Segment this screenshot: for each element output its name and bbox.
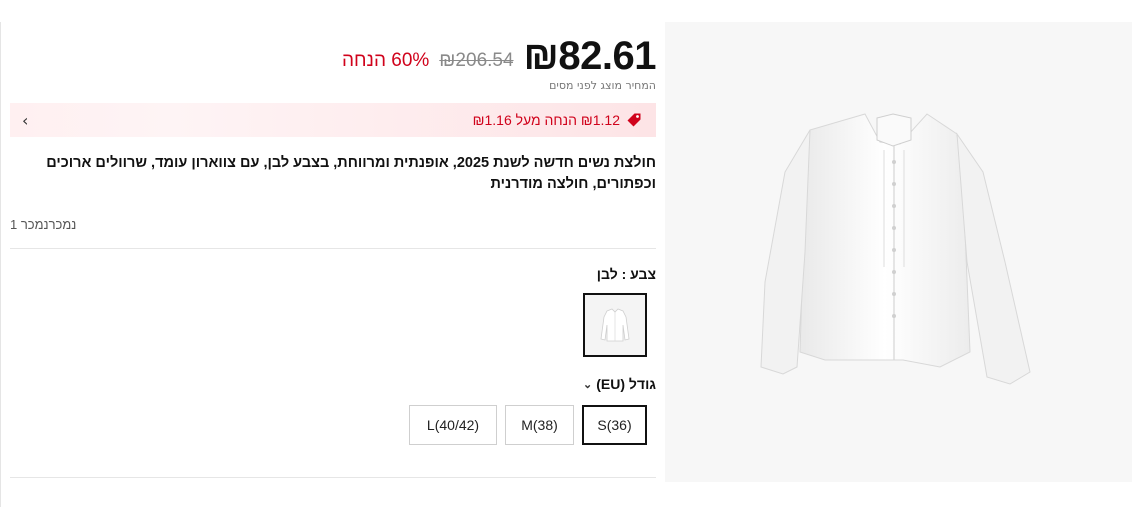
size-label: גודל (EU)	[596, 376, 656, 392]
size-option-s[interactable]: S(36)	[582, 405, 647, 445]
size-selector-toggle[interactable]: גודל (EU) ⌄	[583, 376, 656, 392]
color-label: צבע : לבן	[596, 266, 656, 282]
discount-label: 60% הנחה	[342, 50, 430, 71]
promo-banner[interactable]: ₪1.12 הנחה מעל ₪1.16 ›	[10, 103, 656, 137]
chevron-right-icon[interactable]: ›	[22, 111, 28, 130]
page-left-border	[0, 22, 1, 507]
price-tag-icon	[626, 112, 642, 128]
shirt-thumbnail	[600, 308, 630, 342]
sold-count: נמכרנמכר 1	[10, 217, 77, 232]
divider	[10, 248, 656, 249]
current-price: ₪82.61	[523, 34, 657, 78]
promo-text: ₪1.12 הנחה מעל ₪1.16	[472, 112, 620, 128]
product-main-image[interactable]	[665, 22, 1132, 482]
size-option-l[interactable]: L(40/42)	[409, 405, 497, 445]
size-options: S(36) M(38) L(40/42)	[409, 405, 647, 445]
color-swatch-white[interactable]	[583, 293, 647, 357]
divider	[10, 477, 656, 478]
tax-note: המחיר מוצג לפני מסים	[549, 79, 656, 92]
price-row: ₪82.61 ₪206.54 60% הנחה	[342, 30, 657, 82]
shirt-image	[760, 113, 1031, 385]
original-price: ₪206.54	[439, 50, 514, 71]
size-option-m[interactable]: M(38)	[505, 405, 574, 445]
product-title: חולצת נשים חדשה לשנת 2025, אופנתית ומרוו…	[46, 155, 656, 192]
chevron-down-icon: ⌄	[583, 378, 593, 391]
